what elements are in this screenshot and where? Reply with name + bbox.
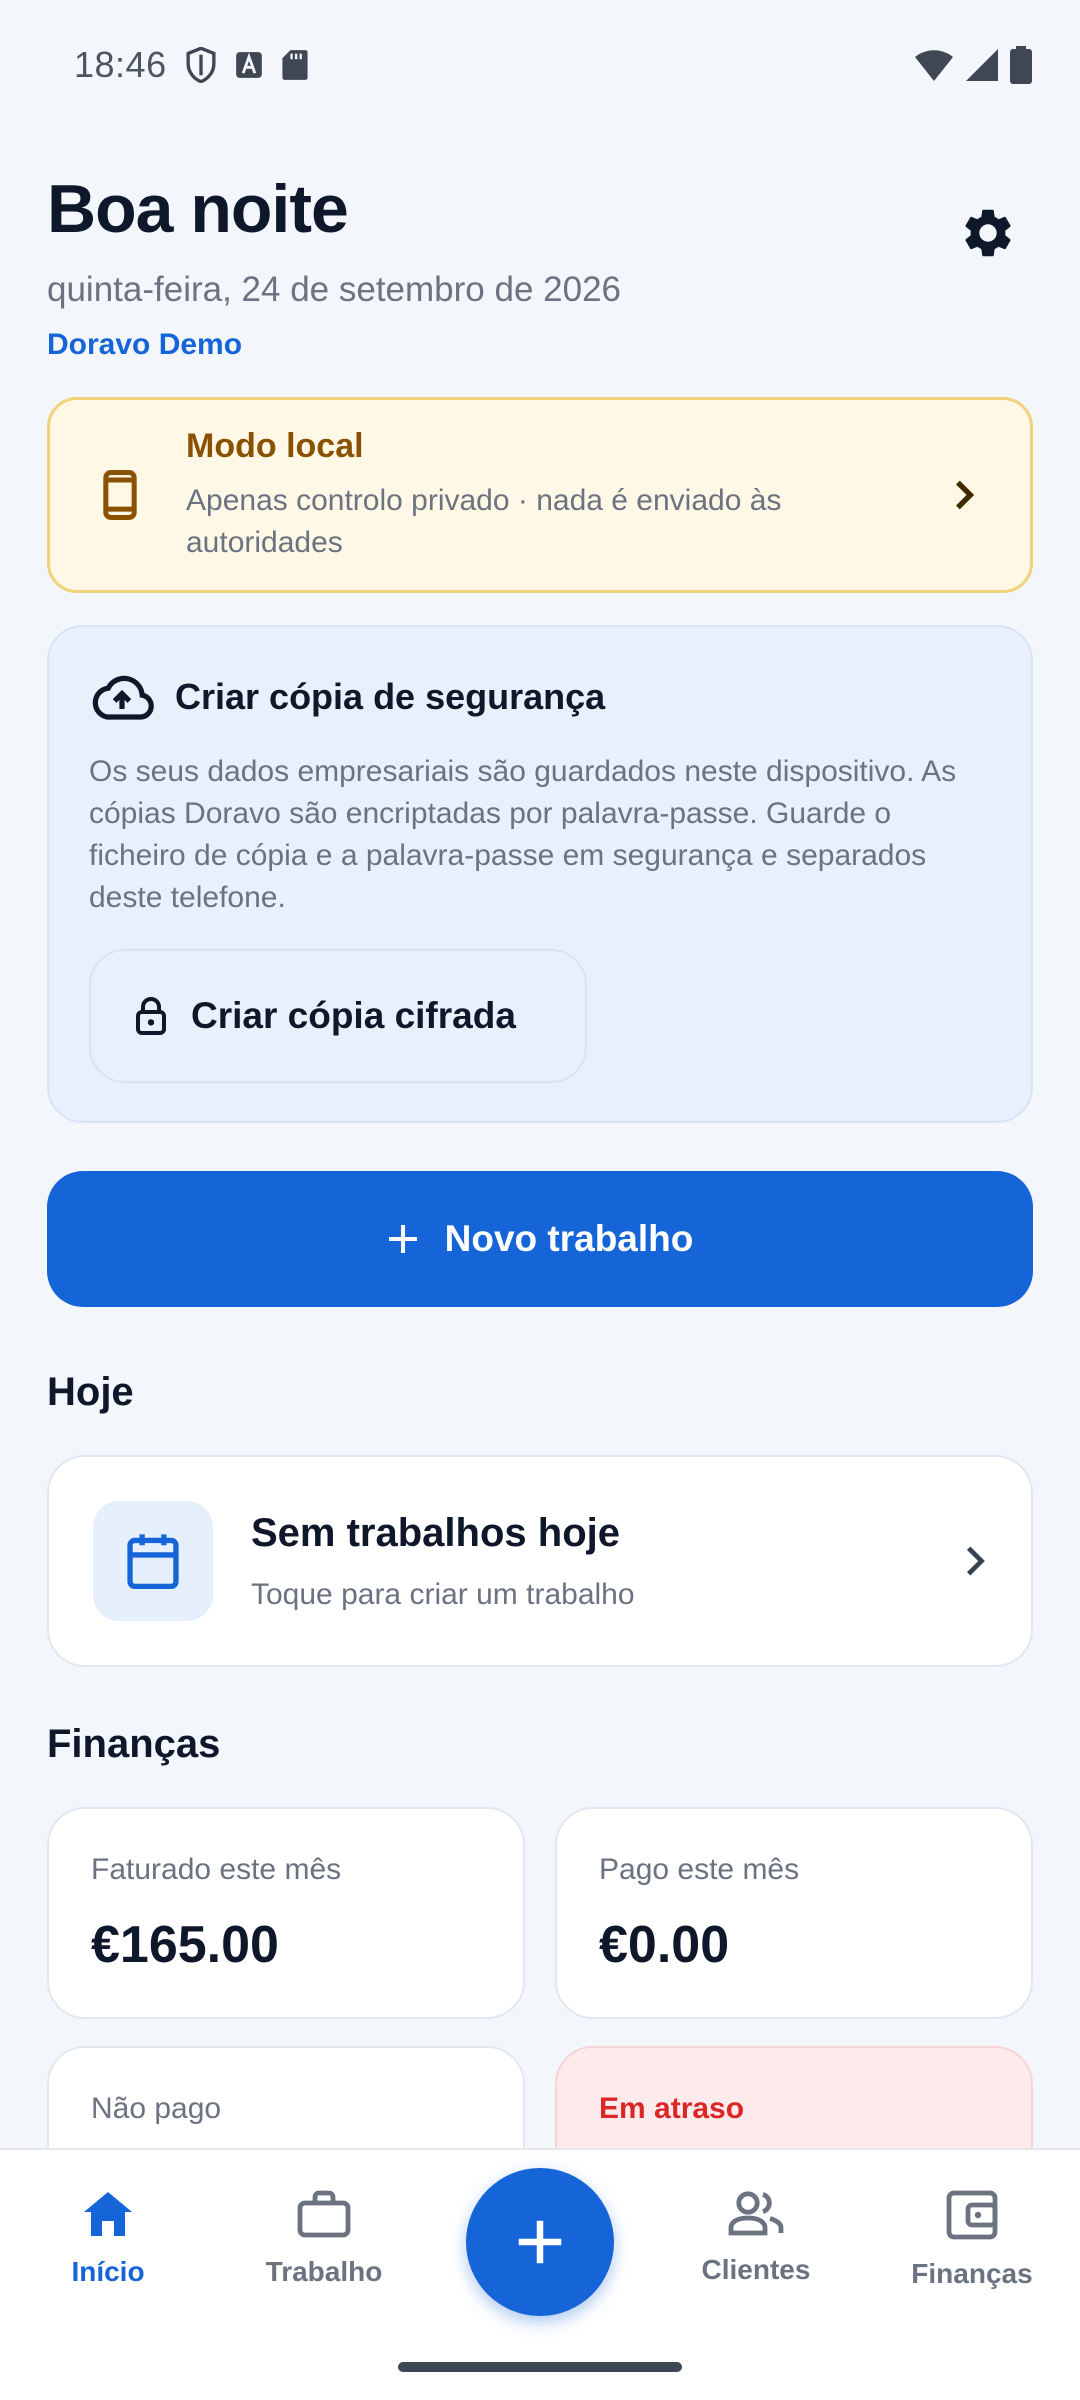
local-mode-title: Modo local	[186, 426, 364, 465]
wifi-icon	[915, 50, 953, 81]
plus-icon	[518, 2220, 562, 2264]
backup-button-label: Criar cópia cifrada	[191, 995, 516, 1036]
local-mode-description: Apenas controlo privado · nada é enviado…	[186, 483, 782, 559]
briefcase-icon	[297, 2190, 351, 2238]
invoiced-this-month-card[interactable]: Faturado este mês €165.00	[47, 1807, 525, 2019]
current-date: quinta-feira, 24 de setembro de 2026	[47, 270, 621, 309]
paid-this-month-card[interactable]: Pago este mês €0.00	[555, 1807, 1033, 2019]
create-encrypted-backup-button[interactable]: Criar cópia cifrada	[89, 949, 587, 1083]
today-card-subtitle: Toque para criar um trabalho	[251, 1577, 635, 1611]
greeting-title: Boa noite	[47, 171, 349, 247]
nav-label-home: Início	[71, 2256, 145, 2287]
home-icon	[84, 2192, 132, 2236]
local-mode-card[interactable]: Modo local Apenas controlo privado · nad…	[47, 397, 1033, 593]
home-indicator[interactable]	[398, 2362, 682, 2372]
today-empty-card[interactable]: Sem trabalhos hoje Toque para criar um t…	[47, 1455, 1033, 1667]
settings-button[interactable]	[953, 198, 1023, 268]
finances-section-title: Finanças	[47, 1722, 221, 1766]
lock-icon	[136, 997, 166, 1035]
today-card-title: Sem trabalhos hoje	[251, 1510, 620, 1555]
gear-icon	[965, 209, 1011, 257]
backup-description: Os seus dados empresariais são guardados…	[89, 755, 957, 914]
invoiced-value: €165.00	[91, 1916, 279, 1974]
cloud-upload-icon	[92, 675, 154, 720]
nav-item-work[interactable]: Trabalho	[224, 2190, 424, 2288]
plus-icon	[388, 1225, 417, 1253]
calendar-icon	[127, 1534, 179, 1590]
signal-icon	[966, 49, 998, 81]
nav-label-finances: Finanças	[911, 2258, 1033, 2289]
shield-icon	[186, 47, 216, 83]
overdue-label: Em atraso	[599, 2092, 745, 2125]
nav-label-work: Trabalho	[265, 2256, 383, 2287]
wallet-icon	[946, 2190, 998, 2240]
page-header: Boa noite quinta-feira, 24 de setembro d…	[47, 170, 1033, 370]
phone-icon	[103, 470, 137, 520]
unpaid-label: Não pago	[91, 2092, 222, 2125]
company-name[interactable]: Doravo Demo	[47, 328, 1033, 362]
font-download-icon	[235, 52, 262, 78]
chevron-right-icon	[966, 1546, 985, 1576]
new-job-button[interactable]: Novo trabalho	[47, 1171, 1033, 1307]
backup-title: Criar cópia de segurança	[175, 676, 606, 717]
chevron-right-icon	[956, 480, 975, 510]
backup-card: Criar cópia de segurança Os seus dados e…	[47, 625, 1033, 1123]
battery-icon	[1010, 46, 1032, 84]
new-job-label: Novo trabalho	[444, 1218, 694, 1259]
calendar-icon-container	[93, 1501, 213, 1621]
nav-item-finances[interactable]: Finanças	[872, 2190, 1072, 2290]
paid-value: €0.00	[599, 1916, 730, 1974]
today-section-title: Hoje	[47, 1370, 134, 1414]
nav-item-home[interactable]: Início	[8, 2190, 208, 2288]
nav-item-clients[interactable]: Clientes	[656, 2190, 856, 2286]
paid-label: Pago este mês	[599, 1853, 800, 1886]
sd-card-icon	[282, 50, 308, 80]
status-bar: 18:46	[0, 0, 1080, 130]
invoiced-label: Faturado este mês	[91, 1853, 342, 1886]
nav-label-clients: Clientes	[701, 2254, 811, 2285]
status-time: 18:46	[74, 44, 167, 85]
add-fab-button[interactable]	[466, 2168, 614, 2316]
people-icon	[728, 2191, 784, 2236]
